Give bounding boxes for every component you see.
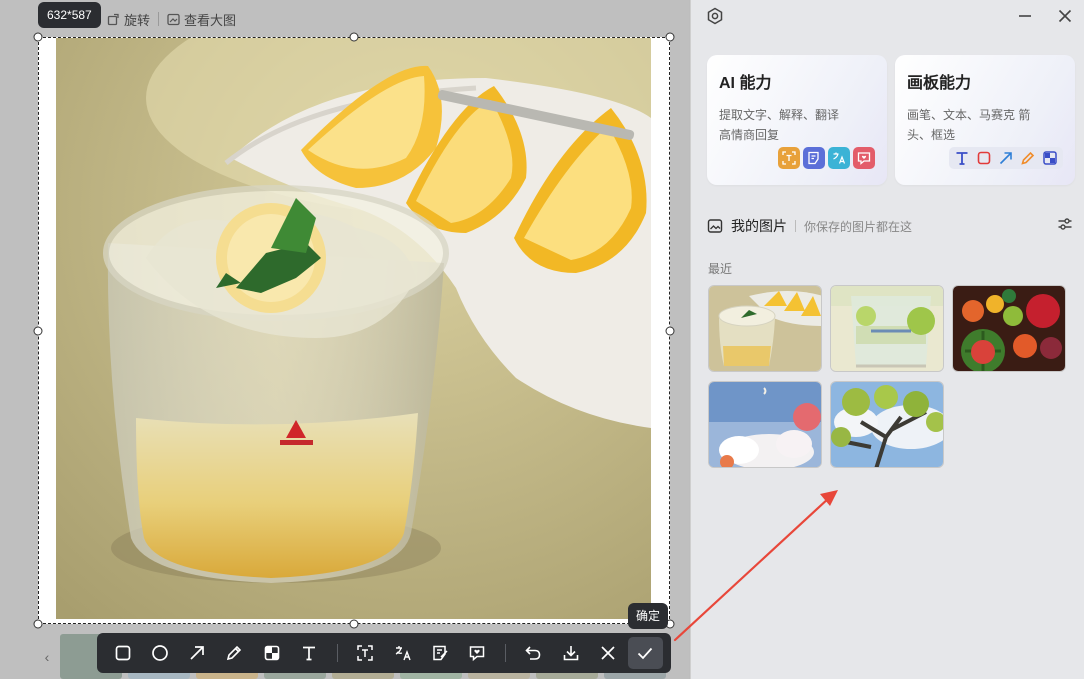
lemon-drink-photo bbox=[56, 38, 651, 619]
ai-card-title: AI 能力 bbox=[719, 75, 772, 92]
eq-reply-tool[interactable] bbox=[460, 637, 495, 669]
image-viewer: 旋转 查看大图 632*587 ‹ 确定 bbox=[0, 0, 689, 679]
picture-thumb-tree-sky[interactable] bbox=[830, 381, 944, 468]
scan-text-icon bbox=[778, 147, 800, 169]
my-pictures-title: 我的图片 bbox=[731, 218, 787, 234]
board-card-icons bbox=[949, 147, 1063, 169]
panel-header bbox=[691, 0, 1084, 36]
resize-handle-bottom[interactable] bbox=[349, 619, 359, 629]
ai-capability-card[interactable]: AI 能力 提取文字、解释、翻译 高情商回复 bbox=[707, 55, 887, 185]
sliders-icon bbox=[1058, 217, 1072, 230]
rectangle-tool[interactable] bbox=[105, 637, 140, 669]
minimize-button[interactable] bbox=[1013, 4, 1037, 28]
settings-icon bbox=[707, 7, 723, 25]
translate-icon bbox=[395, 646, 411, 661]
arrow-tool[interactable] bbox=[180, 637, 215, 669]
board-card-description: 画笔、文本、马赛克 箭头、框选 bbox=[907, 108, 1031, 142]
resize-handle-left[interactable] bbox=[33, 326, 43, 336]
explain-tool[interactable] bbox=[422, 637, 457, 669]
rotate-button[interactable]: 旋转 bbox=[99, 10, 158, 29]
undo-button[interactable] bbox=[516, 637, 551, 669]
undo-icon bbox=[525, 646, 541, 660]
ellipse-tool[interactable] bbox=[142, 637, 177, 669]
download-icon bbox=[563, 646, 579, 661]
chat-icon bbox=[853, 147, 875, 169]
picture-thumb-green-drink[interactable] bbox=[830, 285, 944, 372]
header-divider bbox=[795, 220, 796, 232]
board-capability-card[interactable]: 画板能力 画笔、文本、马赛克 箭头、框选 bbox=[895, 55, 1075, 185]
ocr-tool[interactable] bbox=[348, 637, 383, 669]
resize-handle-top[interactable] bbox=[349, 32, 359, 42]
mosaic-icon bbox=[1043, 151, 1057, 165]
settings-button[interactable] bbox=[703, 4, 727, 28]
circle-icon bbox=[152, 645, 168, 661]
confirm-button[interactable] bbox=[627, 637, 663, 669]
filter-settings-button[interactable] bbox=[1057, 216, 1073, 237]
pencil-icon bbox=[227, 645, 242, 661]
view-large-button[interactable]: 查看大图 bbox=[159, 10, 244, 29]
text-icon bbox=[303, 646, 316, 661]
picture-thumb-sky-clouds[interactable] bbox=[708, 381, 822, 468]
ai-card-description: 提取文字、解释、翻译 高情商回复 bbox=[719, 108, 840, 142]
my-pictures-subtitle: 你保存的图片都在这 bbox=[804, 219, 913, 234]
picture-thumb-fruits[interactable] bbox=[952, 285, 1066, 372]
download-button[interactable] bbox=[553, 637, 588, 669]
resize-handle-top-right[interactable] bbox=[665, 32, 675, 42]
rotate-label: 旋转 bbox=[124, 12, 151, 28]
toolbar-divider bbox=[336, 644, 338, 662]
pencil-icon bbox=[1021, 151, 1035, 165]
recent-pictures-grid bbox=[708, 285, 1066, 468]
close-window-button[interactable] bbox=[1053, 4, 1077, 28]
selection-size-badge: 632*587 bbox=[38, 2, 101, 28]
mosaic-tool[interactable] bbox=[254, 637, 289, 669]
side-panel: AI 能力 提取文字、解释、翻译 高情商回复 画板能力 画笔、文本、马赛克 箭头… bbox=[690, 0, 1084, 679]
explain-icon bbox=[803, 147, 825, 169]
chevron-left-icon[interactable]: ‹ bbox=[40, 649, 54, 665]
recent-label: 最近 bbox=[708, 262, 733, 276]
cancel-button[interactable] bbox=[590, 637, 625, 669]
image-icon bbox=[707, 219, 723, 233]
my-pictures-header: 我的图片 你保存的图片都在这 bbox=[707, 214, 1073, 238]
rotate-icon bbox=[107, 13, 119, 25]
rectangle-icon bbox=[977, 151, 991, 165]
text-tool[interactable] bbox=[291, 637, 326, 669]
resize-handle-right[interactable] bbox=[665, 326, 675, 336]
pencil-tool[interactable] bbox=[217, 637, 252, 669]
arrow-icon bbox=[190, 646, 205, 660]
check-icon bbox=[638, 647, 653, 660]
image-icon bbox=[167, 13, 180, 25]
rectangle-icon bbox=[115, 645, 130, 661]
picture-thumb-lemon-drink[interactable] bbox=[708, 285, 822, 372]
translate-tool[interactable] bbox=[385, 637, 420, 669]
arrow-icon bbox=[999, 152, 1012, 165]
explain-icon bbox=[433, 645, 448, 661]
resize-handle-bottom-left[interactable] bbox=[33, 619, 43, 629]
translate-icon bbox=[828, 147, 850, 169]
confirm-tooltip: 确定 bbox=[628, 603, 669, 629]
scan-text-icon bbox=[357, 645, 374, 661]
edit-toolbar bbox=[97, 633, 671, 673]
capability-cards: AI 能力 提取文字、解释、翻译 高情商回复 画板能力 画笔、文本、马赛克 箭头… bbox=[707, 55, 1075, 185]
close-icon bbox=[601, 646, 615, 660]
ai-card-icons bbox=[778, 147, 875, 169]
board-card-title: 画板能力 bbox=[907, 75, 972, 92]
toolbar-divider bbox=[504, 644, 506, 662]
close-icon bbox=[1058, 9, 1072, 23]
view-large-label: 查看大图 bbox=[184, 12, 237, 28]
mosaic-icon bbox=[264, 645, 280, 661]
resize-handle-top-left[interactable] bbox=[33, 32, 43, 42]
chat-icon bbox=[469, 646, 485, 662]
text-icon bbox=[956, 152, 968, 165]
minimize-icon bbox=[1019, 15, 1031, 17]
selection-box[interactable] bbox=[38, 37, 670, 624]
